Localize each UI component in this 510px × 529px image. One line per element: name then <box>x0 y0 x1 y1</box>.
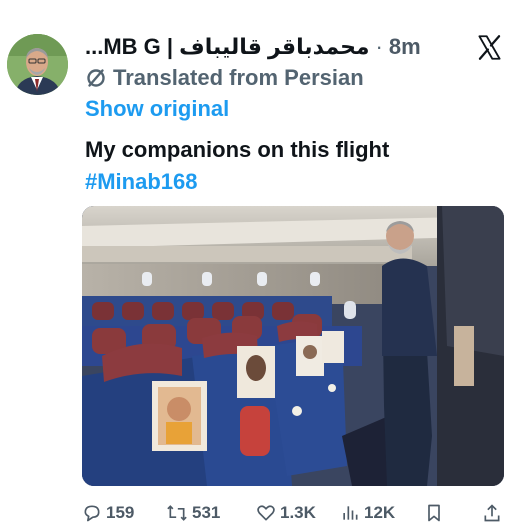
tweet-header: محمدباقر قالیباف | MB G... · 8m <box>85 30 421 64</box>
bookmark-icon <box>428 504 440 522</box>
like-button[interactable]: 1.3K <box>256 500 316 526</box>
airplane-cabin-photo <box>82 206 504 486</box>
separator-dot: · <box>375 34 383 59</box>
like-count: 1.3K <box>280 503 316 522</box>
share-icon <box>484 504 500 522</box>
tweet: محمدباقر قالیباف | MB G... · 8m Translat… <box>0 0 510 529</box>
avatar[interactable] <box>7 34 68 95</box>
reply-button[interactable]: 159 <box>82 500 134 526</box>
views-button[interactable]: 12K <box>340 500 395 526</box>
like-icon <box>257 505 275 521</box>
action-bar: 159 531 1.3K 12K <box>80 500 510 526</box>
author-name[interactable]: محمدباقر قالیباف | MB G... <box>85 34 370 60</box>
reply-count: 159 <box>106 503 135 522</box>
post-text: My companions on this flight <box>85 137 390 162</box>
share-button[interactable] <box>482 500 506 526</box>
bookmark-button[interactable] <box>424 500 448 526</box>
repost-count: 531 <box>192 503 221 522</box>
repost-button[interactable]: 531 <box>166 500 220 526</box>
avatar-portrait <box>7 34 68 95</box>
translate-icon <box>87 69 105 87</box>
x-logo-icon[interactable] <box>476 34 503 61</box>
reply-icon <box>84 505 100 522</box>
timestamp[interactable]: 8m <box>389 34 421 60</box>
repost-icon <box>167 505 187 521</box>
views-icon <box>343 506 358 520</box>
show-original-link[interactable]: Show original <box>85 96 229 122</box>
views-count: 12K <box>364 503 396 522</box>
post-image[interactable] <box>82 206 504 486</box>
translation-label: Translated from Persian <box>113 65 364 90</box>
hashtag-link[interactable]: #Minab168 <box>85 166 198 198</box>
translation-notice: Translated from Persian <box>85 63 364 93</box>
